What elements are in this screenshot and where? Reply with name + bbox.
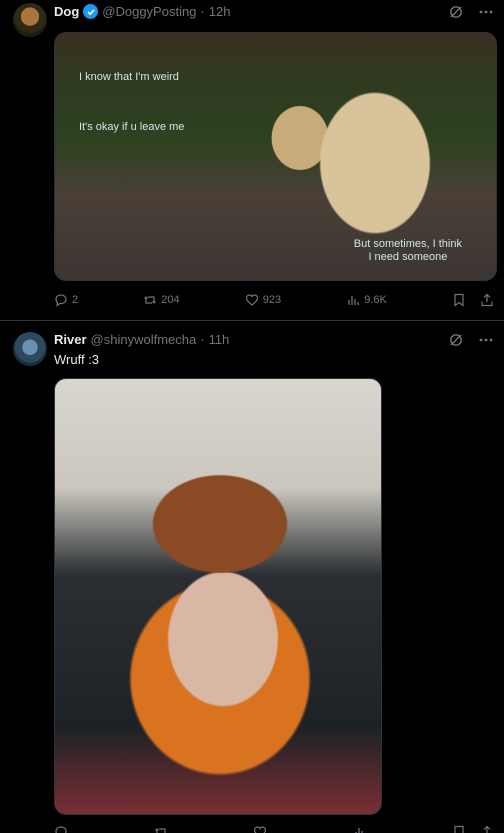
repost-icon bbox=[143, 293, 157, 307]
reply-button[interactable] bbox=[54, 825, 68, 833]
separator: · bbox=[200, 332, 205, 347]
reply-count: 2 bbox=[72, 294, 79, 306]
timestamp[interactable]: 11h bbox=[209, 332, 230, 347]
tweet-text: Wruff :3 bbox=[54, 352, 100, 367]
more-icon[interactable] bbox=[478, 332, 494, 348]
avatar[interactable] bbox=[13, 332, 47, 366]
reply-icon bbox=[54, 293, 68, 307]
share-icon[interactable] bbox=[480, 825, 494, 833]
grok-icon[interactable] bbox=[448, 332, 464, 348]
avatar[interactable] bbox=[13, 3, 47, 37]
tweet[interactable]: River @shinywolfmecha · 11h Wruff :3 bbox=[0, 321, 504, 833]
like-button[interactable]: 923 bbox=[245, 293, 281, 307]
tweet-media-image[interactable]: I know that I'm weird It's okay if u lea… bbox=[54, 32, 497, 281]
meme-caption: I know that I'm weird bbox=[79, 71, 179, 83]
views-icon bbox=[353, 825, 367, 833]
meme-caption: It's okay if u leave me bbox=[79, 121, 185, 133]
bookmark-icon[interactable] bbox=[452, 825, 466, 833]
views-button[interactable] bbox=[353, 825, 367, 833]
tweet-actions bbox=[54, 825, 494, 833]
grok-icon[interactable] bbox=[448, 4, 464, 20]
tweet-top-actions bbox=[448, 332, 494, 348]
verified-badge-icon bbox=[83, 4, 99, 19]
separator: · bbox=[200, 4, 205, 19]
display-name[interactable]: Dog bbox=[54, 4, 79, 19]
meme-caption: But sometimes, I think I need someone bbox=[353, 238, 462, 263]
tweet-actions: 2 204 923 9.6K bbox=[54, 293, 494, 307]
like-icon bbox=[245, 293, 259, 307]
tweet-header: River @shinywolfmecha · 11h bbox=[54, 332, 229, 347]
like-button[interactable] bbox=[253, 825, 267, 833]
timestamp[interactable]: 12h bbox=[209, 4, 231, 19]
views-icon bbox=[346, 293, 360, 307]
bookmark-icon[interactable] bbox=[452, 293, 466, 307]
repost-button[interactable]: 204 bbox=[143, 293, 180, 307]
username-handle[interactable]: @DoggyPosting bbox=[102, 4, 196, 19]
like-icon bbox=[253, 825, 267, 833]
share-icon[interactable] bbox=[480, 293, 494, 307]
repost-count: 204 bbox=[161, 294, 180, 306]
like-count: 923 bbox=[262, 294, 282, 306]
tweet[interactable]: Dog @DoggyPosting · 12h I know that I'm … bbox=[0, 0, 504, 321]
repost-button[interactable] bbox=[154, 825, 168, 833]
reply-icon bbox=[54, 825, 68, 833]
more-icon[interactable] bbox=[478, 4, 494, 20]
tweet-media-image[interactable] bbox=[54, 378, 382, 815]
repost-icon bbox=[154, 825, 168, 833]
tweet-top-actions bbox=[448, 4, 494, 20]
username-handle[interactable]: @shinywolfmecha bbox=[91, 332, 197, 347]
display-name[interactable]: River bbox=[54, 332, 87, 347]
views-button[interactable]: 9.6K bbox=[346, 293, 387, 307]
views-count: 9.6K bbox=[364, 294, 387, 306]
tweet-header: Dog @DoggyPosting · 12h bbox=[54, 4, 230, 19]
secondary-actions bbox=[452, 293, 494, 307]
reply-button[interactable]: 2 bbox=[54, 293, 78, 307]
secondary-actions bbox=[452, 825, 494, 833]
